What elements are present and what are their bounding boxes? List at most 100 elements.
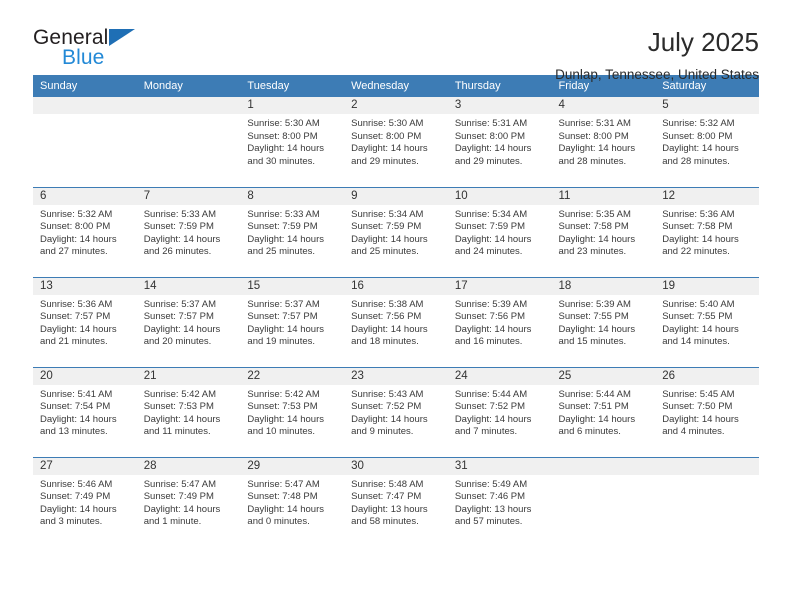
sunrise-text: Sunrise: 5:42 AM [247, 388, 320, 400]
day-details: Sunrise: 5:42 AM Sunset: 7:53 PM Daylight:… [137, 385, 241, 439]
calendar-day-cell[interactable]: 29 Sunrise: 5:47 AM Sunset: 7:48 PM Dayligh… [240, 456, 345, 547]
daylight-text: Daylight: 14 hours and 28 minutes. [662, 143, 739, 167]
sunset-text: Sunset: 7:58 PM [558, 221, 629, 233]
calendar-day-cell[interactable]: 22 Sunrise: 5:42 AM Sunset: 7:53 PM Dayligh… [240, 366, 345, 457]
calendar-day-cell[interactable]: 15 Sunrise: 5:37 AM Sunset: 7:57 PM Dayligh… [240, 276, 345, 367]
day-number: 6 [33, 187, 137, 205]
calendar-day-cell[interactable]: 8 Sunrise: 5:33 AM Sunset: 7:59 PM Daylight… [240, 186, 345, 277]
sunrise-text: Sunrise: 5:44 AM [454, 388, 528, 400]
sunset-text: Sunset: 7:54 PM [40, 401, 111, 413]
daylight-text: Daylight: 14 hours and 29 minutes. [351, 143, 428, 167]
day-number: 4 [551, 97, 656, 114]
calendar-day-cell[interactable]: 2 Sunrise: 5:30 AM Sunset: 8:00 PM Daylight… [344, 97, 448, 187]
day-details: Sunrise: 5:49 AM Sunset: 7:46 PM Daylight:… [448, 475, 552, 529]
day-number: 2 [344, 97, 448, 114]
sunrise-text: Sunrise: 5:37 AM [143, 298, 217, 310]
calendar-day-cell[interactable]: 4 Sunrise: 5:31 AM Sunset: 8:00 PM Daylight… [551, 97, 656, 187]
calendar-day-cell[interactable]: 27 Sunrise: 5:46 AM Sunset: 7:49 PM Dayligh… [33, 456, 137, 547]
calendar-day-cell[interactable]: 31 Sunrise: 5:49 AM Sunset: 7:46 PM Dayligh… [447, 456, 552, 547]
sunset-text: Sunset: 7:59 PM [454, 221, 526, 233]
sunset-text: Sunset: 7:59 PM [351, 221, 422, 233]
calendar-day-cell[interactable]: 11 Sunrise: 5:35 AM Sunset: 7:58 PM Dayligh… [551, 186, 656, 277]
calendar-empty-cell [655, 456, 759, 547]
calendar-day-cell[interactable]: 26 Sunrise: 5:45 AM Sunset: 7:50 PM Dayligh… [655, 366, 759, 457]
day-number [655, 457, 759, 475]
sunset-text: Sunset: 7:57 PM [143, 311, 214, 323]
calendar-day-cell[interactable]: 17 Sunrise: 5:39 AM Sunset: 7:56 PM Dayligh… [447, 276, 552, 367]
day-details: Sunrise: 5:40 AM Sunset: 7:55 PM Daylight:… [655, 295, 759, 349]
sunrise-text: Sunrise: 5:31 AM [454, 118, 528, 129]
day-number: 22 [240, 367, 345, 385]
day-details: Sunrise: 5:43 AM Sunset: 7:52 PM Daylight:… [344, 385, 448, 439]
daylight-text: Daylight: 14 hours and 15 minutes. [558, 323, 636, 348]
sunset-text: Sunset: 7:49 PM [40, 491, 111, 503]
day-details: Sunrise: 5:45 AM Sunset: 7:50 PM Daylight:… [655, 385, 759, 439]
weekday-header-sunday: Sunday [33, 75, 137, 97]
sunrise-text: Sunrise: 5:34 AM [454, 208, 528, 220]
day-number: 7 [136, 187, 241, 205]
sunrise-text: Sunrise: 5:47 AM [143, 478, 217, 490]
logo-word-general: General [33, 26, 109, 49]
weekday-header-monday: Monday [136, 75, 241, 97]
calendar-day-cell[interactable]: 28 Sunrise: 5:47 AM Sunset: 7:49 PM Dayligh… [136, 456, 241, 547]
day-details: Sunrise: 5:37 AM Sunset: 7:57 PM Daylight:… [137, 295, 241, 349]
day-number: 17 [447, 277, 552, 295]
generalblue-logo[interactable]: General Blue [33, 27, 153, 75]
calendar-day-cell[interactable]: 23 Sunrise: 5:43 AM Sunset: 7:52 PM Dayligh… [344, 366, 448, 457]
calendar-day-cell[interactable]: 12 Sunrise: 5:36 AM Sunset: 7:58 PM Dayligh… [655, 186, 759, 277]
calendar-day-cell[interactable]: 20 Sunrise: 5:41 AM Sunset: 7:54 PM Dayligh… [33, 366, 137, 457]
day-number [33, 97, 137, 114]
daylight-text: Daylight: 14 hours and 0 minutes. [247, 503, 324, 528]
calendar-day-cell[interactable]: 3 Sunrise: 5:31 AM Sunset: 8:00 PM Daylight… [447, 97, 552, 187]
day-details: Sunrise: 5:31 AM Sunset: 8:00 PM Daylight:… [552, 114, 656, 168]
calendar-page: General Blue July 2025 Dunlap, Tennessee… [0, 0, 792, 612]
day-number: 3 [447, 97, 552, 114]
day-details: Sunrise: 5:37 AM Sunset: 7:57 PM Daylight:… [240, 295, 344, 349]
day-details: Sunrise: 5:44 AM Sunset: 7:52 PM Daylight:… [448, 385, 552, 439]
calendar-day-cell[interactable]: 9 Sunrise: 5:34 AM Sunset: 7:59 PM Daylight… [344, 186, 448, 277]
calendar-day-cell[interactable]: 14 Sunrise: 5:37 AM Sunset: 7:57 PM Dayligh… [136, 276, 241, 367]
calendar-day-cell[interactable]: 30 Sunrise: 5:48 AM Sunset: 7:47 PM Dayligh… [344, 456, 448, 547]
calendar-day-cell[interactable]: 25 Sunrise: 5:44 AM Sunset: 7:51 PM Dayligh… [551, 366, 656, 457]
calendar-day-cell[interactable]: 1 Sunrise: 5:30 AM Sunset: 8:00 PM Daylight… [240, 97, 345, 187]
sunset-text: Sunset: 7:55 PM [558, 311, 629, 323]
sunset-text: Sunset: 7:59 PM [143, 221, 214, 233]
daylight-text: Daylight: 14 hours and 23 minutes. [558, 233, 636, 258]
daylight-text: Daylight: 13 hours and 57 minutes. [454, 503, 532, 528]
sunset-text: Sunset: 7:46 PM [454, 491, 526, 503]
calendar-week-row: 6 Sunrise: 5:32 AM Sunset: 8:00 PM Daylight… [33, 186, 759, 277]
sunrise-text: Sunrise: 5:36 AM [40, 298, 113, 310]
calendar-day-cell[interactable]: 18 Sunrise: 5:39 AM Sunset: 7:55 PM Dayligh… [551, 276, 656, 367]
day-details: Sunrise: 5:35 AM Sunset: 7:58 PM Daylight:… [552, 205, 656, 259]
calendar-day-cell[interactable]: 6 Sunrise: 5:32 AM Sunset: 8:00 PM Daylight… [33, 186, 137, 277]
day-number: 16 [344, 277, 448, 295]
day-number [551, 457, 656, 475]
day-number: 13 [33, 277, 137, 295]
sunrise-text: Sunrise: 5:43 AM [351, 388, 424, 400]
calendar-day-cell[interactable]: 10 Sunrise: 5:34 AM Sunset: 7:59 PM Dayligh… [447, 186, 552, 277]
day-details: Sunrise: 5:48 AM Sunset: 7:47 PM Daylight:… [344, 475, 448, 529]
calendar-day-cell[interactable]: 16 Sunrise: 5:38 AM Sunset: 7:56 PM Dayligh… [344, 276, 448, 367]
day-details: Sunrise: 5:30 AM Sunset: 8:00 PM Daylight:… [240, 114, 344, 168]
sunset-text: Sunset: 8:00 PM [351, 130, 422, 142]
calendar-day-cell[interactable]: 13 Sunrise: 5:36 AM Sunset: 7:57 PM Dayligh… [33, 276, 137, 367]
sunset-text: Sunset: 7:53 PM [143, 401, 214, 413]
day-number: 30 [344, 457, 448, 475]
calendar-day-cell[interactable]: 21 Sunrise: 5:42 AM Sunset: 7:53 PM Dayligh… [136, 366, 241, 457]
calendar-day-cell[interactable]: 7 Sunrise: 5:33 AM Sunset: 7:59 PM Daylight… [136, 186, 241, 277]
day-number: 25 [551, 367, 656, 385]
sunrise-text: Sunrise: 5:47 AM [247, 478, 320, 490]
weekday-header-thursday: Thursday [447, 75, 552, 97]
daylight-text: Daylight: 14 hours and 27 minutes. [40, 233, 117, 258]
calendar-day-cell[interactable]: 5 Sunrise: 5:32 AM Sunset: 8:00 PM Daylight… [655, 97, 759, 187]
calendar-day-cell[interactable]: 19 Sunrise: 5:40 AM Sunset: 7:55 PM Dayligh… [655, 276, 759, 367]
daylight-text: Daylight: 14 hours and 28 minutes. [558, 143, 636, 167]
day-details: Sunrise: 5:30 AM Sunset: 8:00 PM Daylight:… [344, 114, 448, 168]
day-details: Sunrise: 5:41 AM Sunset: 7:54 PM Daylight:… [33, 385, 137, 439]
calendar-day-cell[interactable]: 24 Sunrise: 5:44 AM Sunset: 7:52 PM Dayligh… [447, 366, 552, 457]
daylight-text: Daylight: 14 hours and 13 minutes. [40, 413, 117, 438]
daylight-text: Daylight: 14 hours and 20 minutes. [143, 323, 221, 348]
sunrise-text: Sunrise: 5:40 AM [662, 298, 735, 310]
day-details: Sunrise: 5:33 AM Sunset: 7:59 PM Daylight:… [240, 205, 344, 259]
day-details: Sunrise: 5:34 AM Sunset: 7:59 PM Daylight:… [448, 205, 552, 259]
